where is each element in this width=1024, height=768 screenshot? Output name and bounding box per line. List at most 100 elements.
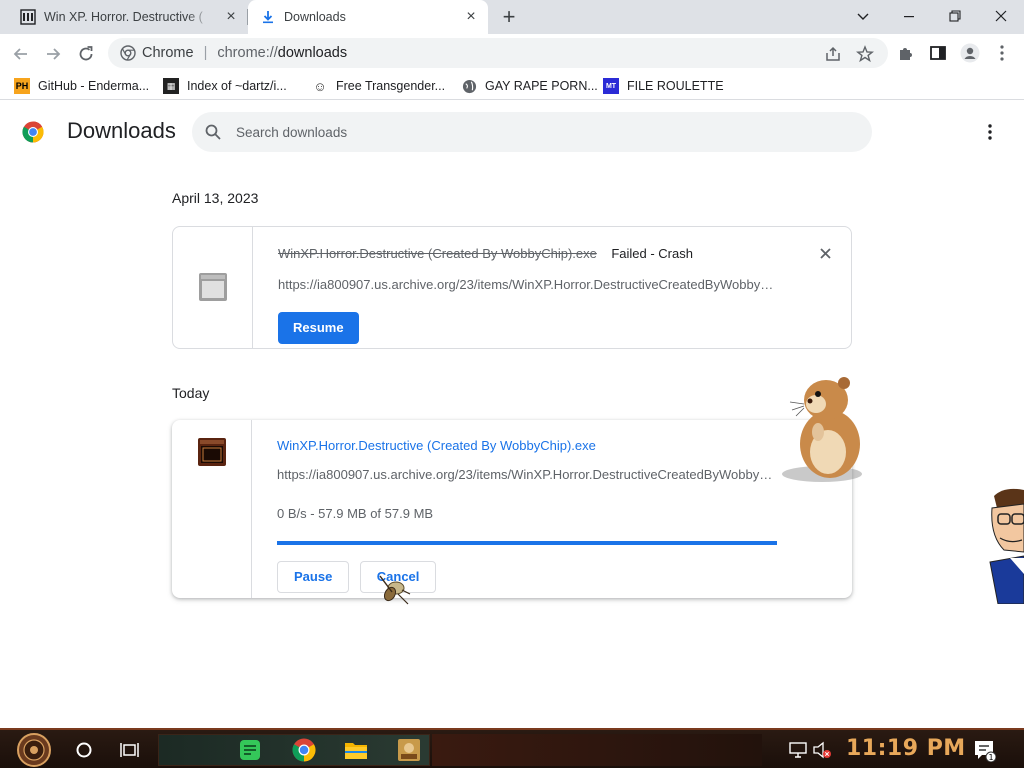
chrome-icon xyxy=(120,45,136,61)
download-status: Failed - Crash xyxy=(611,246,693,261)
volume-muted-icon[interactable] xyxy=(812,740,832,760)
search-icon xyxy=(205,124,221,140)
download-item-failed: WinXP.Horror.Destructive (Created By Wob… xyxy=(172,226,852,349)
taskbar-clock[interactable]: 11:19 PM xyxy=(846,736,966,761)
bookmark-file-roulette[interactable]: MT FILE ROULETTE xyxy=(603,76,724,96)
file-icon-column xyxy=(172,420,252,598)
download-icon xyxy=(263,11,273,24)
close-icon[interactable]: × xyxy=(462,8,480,26)
profile-button[interactable] xyxy=(960,43,980,63)
address-bar[interactable]: Chrome | chrome://downloads xyxy=(108,38,888,68)
exe-file-icon xyxy=(199,273,227,301)
remove-from-list-button[interactable] xyxy=(817,245,833,261)
side-panel-button[interactable] xyxy=(928,43,948,63)
downloads-menu-button[interactable] xyxy=(980,122,1000,142)
url-scheme: chrome:// xyxy=(217,45,278,61)
reload-icon xyxy=(79,46,93,61)
bug-cursor-icon xyxy=(379,575,411,605)
hamster-buddy-image[interactable] xyxy=(782,374,872,484)
pause-button[interactable]: Pause xyxy=(277,561,350,593)
file-url: https://ia800907.us.archive.org/23/items… xyxy=(278,277,778,292)
search-box[interactable] xyxy=(192,112,872,152)
cortana-circle-icon xyxy=(76,742,92,758)
globe-icon xyxy=(461,78,477,94)
restore-button[interactable] xyxy=(932,2,978,30)
close-icon xyxy=(819,247,831,259)
forward-button[interactable] xyxy=(40,41,66,67)
download-content: WinXP.Horror.Destructive (Created By Wob… xyxy=(277,438,832,593)
start-button[interactable] xyxy=(8,732,60,768)
star-icon[interactable] xyxy=(856,45,874,63)
arrow-left-icon xyxy=(13,48,27,60)
file-name-link[interactable]: WinXP.Horror.Destructive (Created By Wob… xyxy=(277,438,832,453)
tab-title: Downloads xyxy=(284,10,346,24)
exe-file-icon xyxy=(198,438,226,466)
more-vert-icon xyxy=(988,124,992,140)
taskbar-chrome-app[interactable] xyxy=(288,734,320,766)
extensions-button[interactable] xyxy=(896,43,916,63)
bookmark-label: Free Transgender... xyxy=(336,79,446,93)
search-taskbar-button[interactable] xyxy=(68,734,100,766)
puzzle-icon xyxy=(900,48,912,60)
download-content: WinXP.Horror.Destructive (Created By Wob… xyxy=(278,245,831,344)
site-chip[interactable]: Chrome xyxy=(120,45,194,61)
chevron-down-icon xyxy=(857,13,869,20)
taskbar-empty-area xyxy=(432,734,762,766)
cartoon-character-image xyxy=(989,488,1024,604)
progress-bar-fill xyxy=(277,541,777,545)
search-input[interactable] xyxy=(236,124,836,140)
omnibox-separator: | xyxy=(203,45,208,61)
close-icon[interactable]: × xyxy=(222,8,240,26)
close-window-button[interactable] xyxy=(978,2,1024,30)
tab-strip: Win XP. Horror. Destructive ( × Download… xyxy=(0,0,1024,34)
new-tab-button[interactable]: + xyxy=(498,6,520,29)
tab-search-button[interactable] xyxy=(840,2,886,30)
taskbar-game-app[interactable] xyxy=(393,734,425,766)
taskbar-notes-app[interactable] xyxy=(234,734,266,766)
taskbar: 11:19 PM 1 xyxy=(0,728,1024,768)
game-icon xyxy=(398,739,420,761)
roulette-icon: MT xyxy=(603,78,619,94)
avatar-icon xyxy=(960,43,980,63)
archive-icon xyxy=(20,9,36,25)
downloads-header: Downloads xyxy=(0,100,1024,164)
mask-icon: ☺ xyxy=(313,78,327,94)
share-icon[interactable] xyxy=(824,45,842,63)
progress-text: 0 B/s - 57.9 MB of 57.9 MB xyxy=(277,506,434,521)
file-name: WinXP.Horror.Destructive (Created By Wob… xyxy=(278,246,597,261)
network-icon[interactable] xyxy=(788,740,808,760)
bookmarks-bar: PH GitHub - Enderma... ▦ Index of ~dartz… xyxy=(0,72,1024,100)
system-tray xyxy=(780,734,840,766)
chrome-icon xyxy=(292,738,316,762)
minimize-button[interactable] xyxy=(886,2,932,30)
menu-button[interactable] xyxy=(992,43,1012,63)
folder-icon xyxy=(345,743,367,759)
site-label: Chrome xyxy=(142,45,194,61)
resume-button[interactable]: Resume xyxy=(278,312,359,344)
close-icon xyxy=(995,10,1007,22)
file-icon-column xyxy=(173,227,253,348)
bookmark-label: GitHub - Enderma... xyxy=(38,79,150,93)
bookmark-globe[interactable]: GAY RAPE PORN... xyxy=(461,76,598,96)
file-url: https://ia800907.us.archive.org/23/items… xyxy=(277,467,777,482)
chrome-logo-icon xyxy=(22,121,44,143)
svg-text:1: 1 xyxy=(988,753,993,762)
tab-downloads[interactable]: Downloads × xyxy=(248,0,488,34)
bookmark-label: Index of ~dartz/i... xyxy=(187,79,287,93)
restore-icon xyxy=(949,10,961,22)
tab-winxp[interactable]: Win XP. Horror. Destructive ( × xyxy=(8,0,248,34)
date-heading: April 13, 2023 xyxy=(172,190,259,206)
notifications-icon[interactable]: 1 xyxy=(972,738,996,762)
reload-button[interactable] xyxy=(73,41,99,67)
bookmark-github[interactable]: PH GitHub - Enderma... xyxy=(14,76,149,96)
task-view-button[interactable] xyxy=(114,734,146,766)
download-item-active: WinXP.Horror.Destructive (Created By Wob… xyxy=(172,420,852,598)
arrow-right-icon xyxy=(47,48,61,60)
date-heading: Today xyxy=(172,385,210,401)
notes-icon xyxy=(240,740,260,760)
bookmark-index[interactable]: ▦ Index of ~dartz/i... xyxy=(163,76,287,96)
bookmark-transgender[interactable]: ☺ Free Transgender... xyxy=(312,76,445,96)
back-button[interactable] xyxy=(8,41,34,67)
taskbar-file-explorer[interactable] xyxy=(340,734,372,766)
task-view-icon xyxy=(120,743,139,757)
